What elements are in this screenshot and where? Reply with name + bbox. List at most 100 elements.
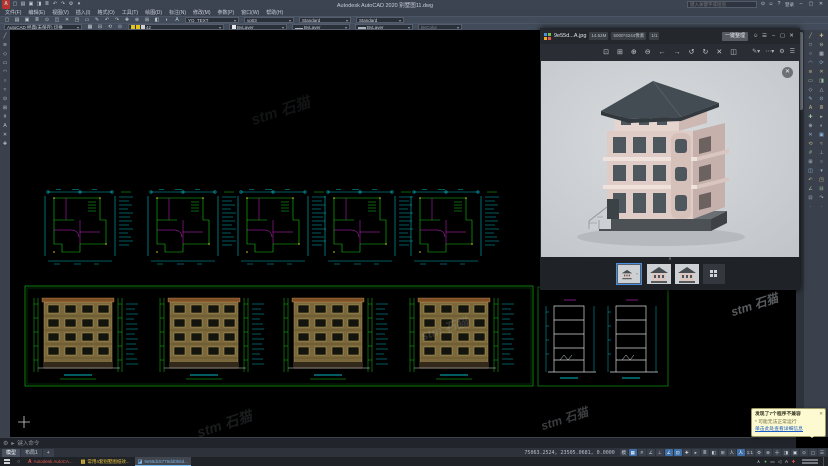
qat-dropdown-icon[interactable]: ▾: [75, 0, 83, 9]
command-customize-icon[interactable]: ⚙: [3, 440, 8, 447]
move-icon[interactable]: ✚: [1, 140, 10, 148]
more-menu-icon[interactable]: ⋯▾: [765, 44, 774, 61]
annotation-autoscale-icon[interactable]: 人: [737, 449, 745, 456]
annotation-scale[interactable]: 1:1: [746, 449, 754, 456]
modify-tool-icon[interactable]: ◐: [817, 122, 827, 131]
draw-tool-icon[interactable]: ╱: [806, 32, 816, 41]
text-icon[interactable]: A: [1, 122, 10, 130]
modify-tool-icon[interactable]: ⊥: [817, 149, 827, 158]
infer-icon[interactable]: ∠: [647, 449, 655, 456]
menu-item[interactable]: 修改(M): [193, 9, 211, 16]
taskbar-search-icon[interactable]: ○: [14, 459, 23, 465]
tray-clock[interactable]: [799, 459, 821, 464]
rotate-right-icon[interactable]: ↻: [703, 44, 709, 61]
workspace-gear-icon[interactable]: ⚙: [755, 449, 763, 456]
lock-ui-icon[interactable]: ▣: [791, 449, 799, 456]
prev-image-icon[interactable]: ←: [659, 44, 666, 61]
taskbar-folder[interactable]: ▨常用4套别墅图纸效...: [78, 457, 133, 466]
menu-item[interactable]: 标注(N): [169, 9, 186, 16]
modify-tool-icon[interactable]: ✕: [817, 68, 827, 77]
tab-layout1[interactable]: 布局1: [21, 449, 42, 457]
command-line[interactable]: ⚙ ▸ 键入命令: [0, 437, 796, 448]
modify-tool-icon[interactable]: ⟳: [817, 59, 827, 68]
open-file-icon[interactable]: ▤: [19, 0, 27, 9]
modify-tool-icon[interactable]: ▣: [817, 131, 827, 140]
workspace-icon[interactable]: ⚙: [67, 0, 75, 9]
ellipse-icon[interactable]: ⊙: [1, 95, 10, 103]
menu-item[interactable]: 窗口(W): [241, 9, 259, 16]
graphics-perf-icon[interactable]: ▢: [809, 449, 817, 456]
modify-tool-icon[interactable]: ○: [817, 158, 827, 167]
tray-security-icon[interactable]: ✚: [790, 459, 797, 465]
annotation-visibility-icon[interactable]: 人: [728, 449, 736, 456]
tray-ime-icon[interactable]: A: [783, 459, 790, 464]
copy-icon[interactable]: ◫: [730, 44, 737, 61]
save-icon[interactable]: ▣: [27, 0, 35, 9]
draw-tool-icon[interactable]: ⊡: [806, 194, 816, 203]
polar-icon[interactable]: ∠: [665, 449, 673, 456]
menu-item[interactable]: 工具(T): [122, 9, 138, 16]
hatch-icon[interactable]: #: [1, 113, 10, 121]
lineweight-icon[interactable]: ≣: [701, 449, 709, 456]
selection-cycle-icon[interactable]: ⊞: [719, 449, 727, 456]
image-close-icon[interactable]: ✕: [782, 67, 793, 78]
tab-add-layout[interactable]: +: [43, 449, 54, 457]
modify-tool-icon[interactable]: ↷: [817, 194, 827, 203]
modify-tool-icon[interactable]: ▦: [817, 50, 827, 59]
viewer-close-icon[interactable]: ✕: [787, 28, 796, 44]
user-icon[interactable]: ☺: [767, 0, 775, 9]
menu-item[interactable]: 文件(F): [5, 9, 21, 16]
draw-tool-icon[interactable]: ·: [806, 203, 816, 212]
thumbnail-collapse-icon[interactable]: ∧: [668, 257, 672, 262]
modify-tool-icon[interactable]: ≣: [817, 104, 827, 113]
restore-icon[interactable]: ▢: [806, 0, 816, 9]
viewer-image-area[interactable]: ✕: [540, 61, 800, 257]
settings-icon[interactable]: ⚙: [779, 44, 784, 61]
draw-tool-icon[interactable]: ✚: [806, 113, 816, 122]
draw-tool-icon[interactable]: ○: [806, 50, 816, 59]
osnap-icon[interactable]: ⊡: [674, 449, 682, 456]
zoom-in-icon[interactable]: ⊕: [631, 44, 637, 61]
notification-close-icon[interactable]: ✕: [819, 410, 823, 417]
taskbar-viewer[interactable]: ◪9e55dc5779dd0b5d...: [135, 457, 191, 466]
draw-tool-icon[interactable]: ⟲: [806, 140, 816, 149]
draw-tool-icon[interactable]: ↶: [806, 176, 816, 185]
start-button[interactable]: [2, 457, 12, 466]
menu-item[interactable]: 编辑(E): [28, 9, 45, 16]
viewer-restore-icon[interactable]: ▢: [778, 28, 787, 44]
draw-tool-icon[interactable]: ⊕: [806, 122, 816, 131]
draw-tool-icon[interactable]: ✕: [806, 131, 816, 140]
insert-block-icon[interactable]: ⊞: [1, 104, 10, 112]
thumbnail-1[interactable]: [617, 264, 641, 284]
arc-icon[interactable]: ◠: [1, 68, 10, 76]
draw-tool-icon[interactable]: ◫: [806, 167, 816, 176]
polyline-icon[interactable]: ≋: [1, 41, 10, 49]
menu-item[interactable]: 绘图(D): [145, 9, 162, 16]
dynamic-input-icon[interactable]: ▸: [692, 449, 700, 456]
infocenter-search-input[interactable]: [687, 1, 757, 8]
modify-tool-icon[interactable]: ≈: [817, 140, 827, 149]
draw-tool-icon[interactable]: ◇: [806, 86, 816, 95]
thumbnail-grid-view-icon[interactable]: [703, 264, 725, 284]
save-as-icon[interactable]: ◨: [35, 0, 43, 9]
undo-icon[interactable]: ↶: [51, 0, 59, 9]
fullscreen-icon[interactable]: ⊡: [603, 44, 609, 61]
erase-icon[interactable]: ✕: [1, 131, 10, 139]
draw-tool-icon[interactable]: #: [806, 149, 816, 158]
menu-item[interactable]: 插入(I): [76, 9, 91, 16]
ortho-icon[interactable]: ⊥: [656, 449, 664, 456]
otrack-icon[interactable]: ✚: [683, 449, 691, 456]
next-image-icon[interactable]: →: [674, 44, 681, 61]
edit-menu-icon[interactable]: ✎▾: [752, 44, 760, 61]
organize-button[interactable]: 一键整理: [722, 32, 748, 41]
modify-tool-icon[interactable]: ⊙: [817, 95, 827, 104]
line-icon[interactable]: ╱: [1, 32, 10, 40]
modify-tool-icon[interactable]: ◨: [817, 77, 827, 86]
tray-volume-icon[interactable]: ◁: [776, 459, 783, 465]
draw-tool-icon[interactable]: ✎: [806, 95, 816, 104]
tray-display-icon[interactable]: ▭: [769, 459, 776, 465]
modify-tool-icon[interactable]: ◳: [817, 176, 827, 185]
isolate-objects-icon[interactable]: ⊙: [800, 449, 808, 456]
draw-tool-icon[interactable]: □: [806, 41, 816, 50]
modify-tool-icon[interactable]: ⊖: [817, 41, 827, 50]
